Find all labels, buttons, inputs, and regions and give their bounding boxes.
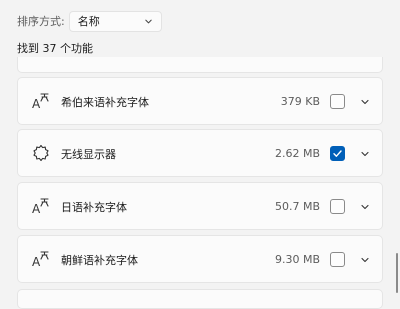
feature-name: 朝鲜语补充字体 — [61, 254, 138, 267]
list-item-partial — [17, 289, 383, 309]
svg-text:A: A — [32, 255, 41, 269]
feature-size: 2.62 MB — [274, 147, 320, 160]
font-icon: A — [32, 93, 49, 111]
feature-name: 日语补充字体 — [61, 201, 127, 214]
feature-row[interactable]: 无线显示器 2.62 MB — [17, 129, 383, 177]
chevron-down-icon — [145, 19, 152, 23]
feature-name: 无线显示器 — [61, 148, 116, 161]
font-icon: A — [32, 251, 49, 269]
font-icon: A — [32, 198, 49, 216]
sort-row: 排序方式: 名称 — [17, 10, 162, 32]
feature-name: 希伯来语补充字体 — [61, 96, 149, 109]
sort-value: 名称 — [77, 15, 100, 28]
feature-checkbox[interactable] — [330, 252, 345, 267]
gear-icon — [33, 144, 49, 162]
feature-checkbox[interactable] — [330, 94, 345, 109]
feature-checkbox[interactable] — [330, 199, 345, 214]
list-item-partial — [17, 57, 383, 73]
svg-text:A: A — [32, 202, 41, 216]
chevron-down-icon[interactable] — [360, 97, 370, 107]
feature-size: 50.7 MB — [274, 200, 320, 213]
feature-size: 379 KB — [280, 95, 320, 108]
chevron-down-icon[interactable] — [360, 202, 370, 212]
feature-size: 9.30 MB — [274, 253, 320, 266]
results-count: 找到 37 个功能 — [17, 42, 93, 55]
sort-label: 排序方式: — [17, 15, 65, 28]
chevron-down-icon[interactable] — [360, 255, 370, 265]
sort-dropdown[interactable]: 名称 — [68, 10, 162, 32]
chevron-down-icon[interactable] — [360, 149, 370, 159]
feature-row[interactable]: A 希伯来语补充字体 379 KB — [17, 77, 383, 125]
feature-checkbox-checked[interactable] — [330, 146, 345, 161]
checkmark-icon — [333, 150, 342, 157]
scrollbar-thumb[interactable] — [396, 253, 398, 293]
svg-text:A: A — [32, 97, 41, 111]
feature-row[interactable]: A 朝鲜语补充字体 9.30 MB — [17, 235, 383, 283]
feature-row[interactable]: A 日语补充字体 50.7 MB — [17, 182, 383, 230]
